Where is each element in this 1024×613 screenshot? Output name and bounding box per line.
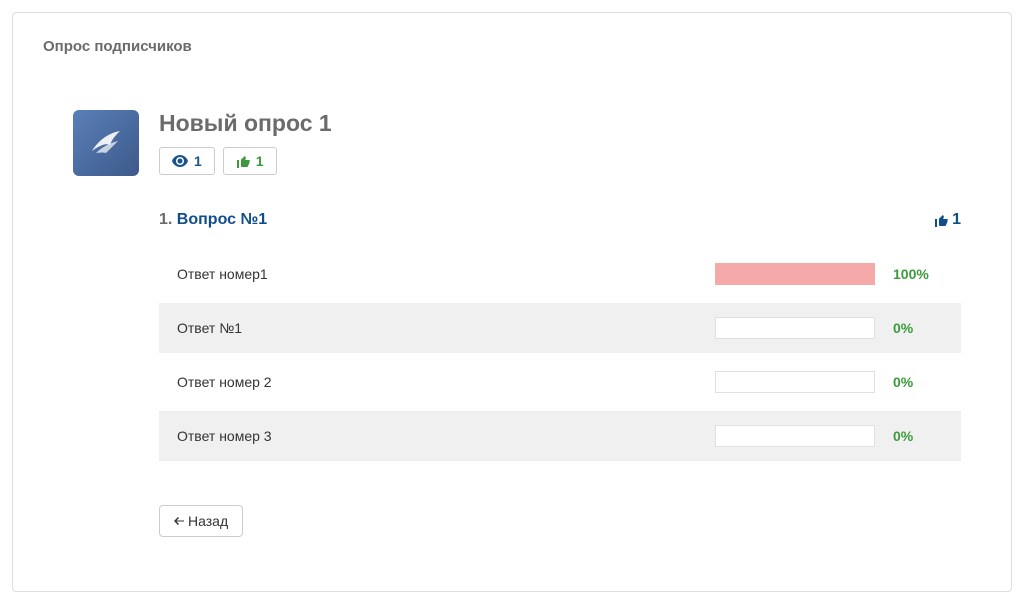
answer-row: Ответ №1 0% xyxy=(159,303,961,353)
answer-bar xyxy=(715,263,875,285)
answer-row: Ответ номер 2 0% xyxy=(159,357,961,407)
answer-bar xyxy=(715,317,875,339)
answer-text: Ответ номер1 xyxy=(177,266,715,282)
views-badge[interactable]: 1 xyxy=(159,147,215,175)
question-number: 1. xyxy=(159,211,172,228)
answer-percent: 100% xyxy=(893,266,943,282)
survey-header: Новый опрос 1 1 1 xyxy=(43,110,981,176)
thumbs-up-icon xyxy=(934,213,948,227)
survey-info: Новый опрос 1 1 1 xyxy=(159,110,332,175)
question-likes-count: 1 xyxy=(952,211,961,229)
answer-row: Ответ номер1 100% xyxy=(159,249,961,299)
thumbs-up-icon xyxy=(236,154,250,168)
likes-count: 1 xyxy=(256,153,264,169)
question-text: Вопрос №1 xyxy=(177,211,267,228)
answer-text: Ответ №1 xyxy=(177,320,715,336)
survey-panel: Опрос подписчиков Новый опрос 1 xyxy=(12,12,1012,592)
wing-icon xyxy=(86,123,126,163)
survey-title: Новый опрос 1 xyxy=(159,110,332,137)
back-button[interactable]: Назад xyxy=(159,505,243,537)
answer-percent: 0% xyxy=(893,320,943,336)
answer-percent: 0% xyxy=(893,428,943,444)
answer-bar-container xyxy=(715,263,875,285)
likes-badge[interactable]: 1 xyxy=(223,147,277,175)
answer-row: Ответ номер 3 0% xyxy=(159,411,961,461)
panel-title: Опрос подписчиков xyxy=(43,38,981,55)
question-header: 1. Вопрос №1 1 xyxy=(159,211,961,229)
answer-bar xyxy=(715,371,875,393)
survey-avatar xyxy=(73,110,139,176)
answer-bar-container xyxy=(715,317,875,339)
answer-bar-container xyxy=(715,425,875,447)
question-title: 1. Вопрос №1 xyxy=(159,211,267,229)
stats-row: 1 1 xyxy=(159,147,332,175)
answer-bar xyxy=(715,425,875,447)
answer-text: Ответ номер 3 xyxy=(177,428,715,444)
question-block: 1. Вопрос №1 1 Ответ номер1 100% Ответ №1 0… xyxy=(159,211,961,461)
eye-icon xyxy=(172,155,188,167)
answer-bar-container xyxy=(715,371,875,393)
answers-list: Ответ номер1 100% Ответ №1 0% Ответ номер 2 0… xyxy=(159,249,961,461)
answer-text: Ответ номер 2 xyxy=(177,374,715,390)
back-label: Назад xyxy=(188,513,228,529)
arrow-left-icon xyxy=(174,516,184,526)
question-likes: 1 xyxy=(934,211,961,229)
answer-percent: 0% xyxy=(893,374,943,390)
views-count: 1 xyxy=(194,153,202,169)
